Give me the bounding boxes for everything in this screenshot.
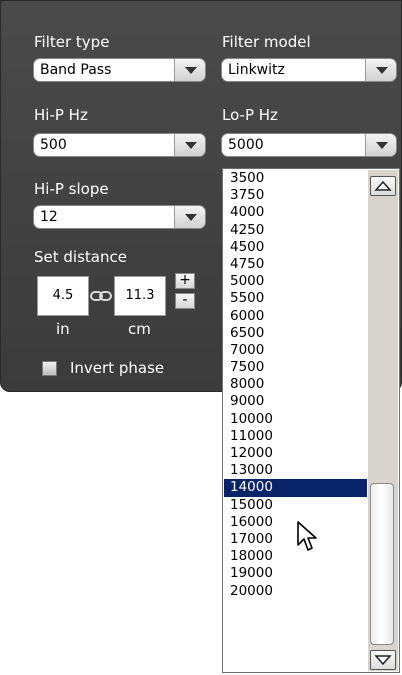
lo-pass-hz-dropdown-button[interactable] — [365, 134, 396, 156]
filter-type-label: Filter type — [34, 33, 110, 51]
dropdown-scrollbar[interactable] — [368, 170, 398, 671]
distance-decrement-button[interactable]: - — [175, 293, 195, 309]
lo-pass-option[interactable]: 7500 — [224, 359, 367, 376]
lo-pass-hz-select[interactable]: 5000 — [221, 133, 397, 157]
lo-pass-option[interactable]: 4750 — [224, 256, 367, 273]
hi-pass-hz-value: 500 — [40, 137, 67, 153]
chevron-down-icon — [185, 142, 197, 149]
lo-pass-option[interactable]: 14000 — [224, 479, 367, 497]
filter-model-select[interactable]: Linkwitz — [221, 58, 397, 82]
scroll-up-button[interactable] — [370, 176, 396, 196]
lo-pass-option[interactable]: 20000 — [224, 583, 367, 600]
hi-pass-slope-value: 12 — [40, 209, 58, 225]
set-distance-label: Set distance — [34, 248, 127, 266]
lo-pass-option[interactable]: 4000 — [224, 204, 367, 221]
lo-pass-option[interactable]: 4250 — [224, 222, 367, 239]
chevron-down-icon — [376, 142, 388, 149]
lo-pass-option[interactable]: 9000 — [224, 393, 367, 410]
filter-model-dropdown-button[interactable] — [365, 59, 396, 81]
scroll-down-button[interactable] — [370, 650, 396, 670]
link-icon[interactable] — [90, 288, 112, 302]
invert-phase-label: Invert phase — [70, 359, 165, 377]
hi-pass-slope-select[interactable]: 12 — [33, 205, 206, 229]
lo-pass-option[interactable]: 10000 — [224, 411, 367, 428]
chevron-down-icon — [185, 67, 197, 74]
lo-pass-option[interactable]: 12000 — [224, 445, 367, 462]
lo-pass-option[interactable]: 19000 — [224, 565, 367, 582]
lo-pass-option[interactable]: 6000 — [224, 308, 367, 325]
filter-model-label: Filter model — [222, 33, 311, 51]
lo-pass-option[interactable]: 3750 — [224, 187, 367, 204]
lo-pass-option[interactable]: 7000 — [224, 342, 367, 359]
lo-pass-option[interactable]: 15000 — [224, 497, 367, 514]
distance-inches-input[interactable]: 4.5 — [37, 276, 89, 316]
chevron-down-icon — [376, 67, 388, 74]
hi-pass-hz-dropdown-button[interactable] — [174, 134, 205, 156]
lo-pass-option[interactable]: 8000 — [224, 376, 367, 393]
lo-pass-hz-label: Lo-P Hz — [222, 106, 278, 124]
lo-pass-hz-dropdown-list[interactable]: 3500 3750 4000 4250 4500 4750 5000 5500 6000 6500… — [222, 168, 400, 673]
inches-unit-label: in — [56, 320, 70, 338]
scroll-down-arrow-icon — [374, 655, 392, 666]
filter-type-select[interactable]: Band Pass — [33, 58, 206, 82]
lo-pass-option[interactable]: 5000 — [224, 273, 367, 290]
filter-model-value: Linkwitz — [228, 62, 285, 78]
hi-pass-hz-label: Hi-P Hz — [34, 106, 88, 124]
scroll-up-arrow-icon — [374, 180, 392, 191]
mouse-pointer-icon — [296, 520, 320, 558]
distance-increment-button[interactable]: + — [175, 273, 195, 289]
scroll-thumb[interactable] — [370, 483, 394, 645]
lo-pass-option[interactable]: 3500 — [224, 170, 367, 187]
hi-pass-slope-dropdown-button[interactable] — [174, 206, 205, 228]
lo-pass-option[interactable]: 4500 — [224, 239, 367, 256]
invert-phase-checkbox[interactable] — [42, 361, 57, 376]
lo-pass-option[interactable]: 13000 — [224, 462, 367, 479]
chevron-down-icon — [185, 214, 197, 221]
hi-pass-slope-label: Hi-P slope — [34, 180, 109, 198]
filter-type-value: Band Pass — [40, 62, 112, 78]
lo-pass-option[interactable]: 5500 — [224, 290, 367, 307]
lo-pass-hz-value: 5000 — [228, 137, 264, 153]
lo-pass-option[interactable]: 11000 — [224, 428, 367, 445]
lo-pass-option[interactable]: 6500 — [224, 325, 367, 342]
hi-pass-hz-select[interactable]: 500 — [33, 133, 206, 157]
distance-cm-input[interactable]: 11.3 — [114, 276, 166, 316]
filter-type-dropdown-button[interactable] — [174, 59, 205, 81]
cm-unit-label: cm — [128, 320, 151, 338]
